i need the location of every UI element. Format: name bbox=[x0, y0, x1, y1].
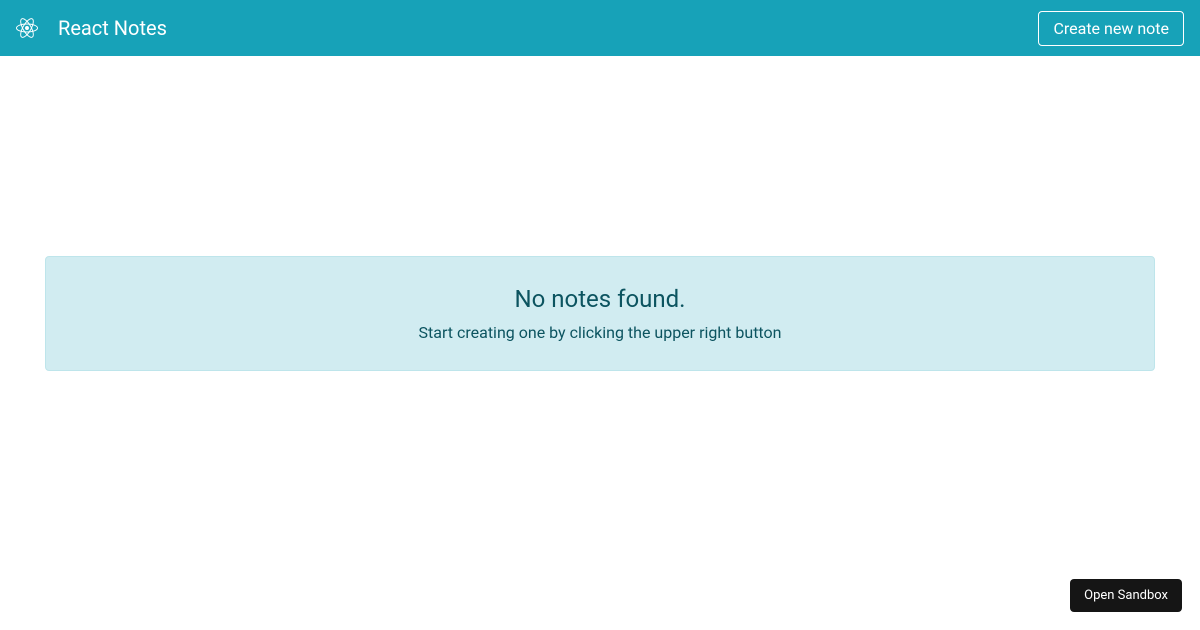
empty-state-heading: No notes found. bbox=[66, 285, 1134, 313]
main-content: No notes found. Start creating one by cl… bbox=[0, 26, 1200, 600]
empty-state-description: Start creating one by clicking the upper… bbox=[66, 323, 1134, 342]
empty-state-alert: No notes found. Start creating one by cl… bbox=[45, 256, 1155, 371]
open-sandbox-button[interactable]: Open Sandbox bbox=[1070, 579, 1182, 612]
